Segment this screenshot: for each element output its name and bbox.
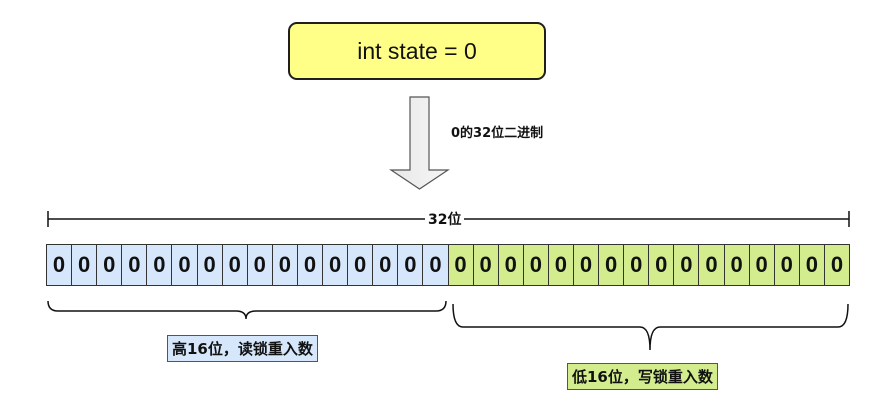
- down-arrow: [389, 96, 450, 190]
- bit-cell-low: 0: [748, 244, 775, 286]
- bit-cell-high: 0: [96, 244, 123, 286]
- bit-cell-high: 0: [146, 244, 173, 286]
- bit-cell-high: 0: [271, 244, 298, 286]
- bit-cell-high: 0: [322, 244, 349, 286]
- diagram-lines: [47, 96, 850, 351]
- bit-cell-high: 0: [347, 244, 374, 286]
- bit-cell-low: 0: [773, 244, 800, 286]
- bit-cell-low: 0: [723, 244, 750, 286]
- bit-cell-high: 0: [71, 244, 98, 286]
- bit-cell-high: 0: [296, 244, 324, 286]
- bit-cell-low: 0: [798, 244, 825, 286]
- high-brace: [47, 300, 447, 320]
- bit-cell-high: 0: [397, 244, 424, 286]
- bit-cell-low: 0: [598, 244, 625, 286]
- bit-cell-high: 0: [422, 244, 449, 286]
- bit-cell-high: 0: [196, 244, 223, 286]
- bit-cell-high: 0: [171, 244, 198, 286]
- bit-cell-high: 0: [221, 244, 248, 286]
- bit-cell-high: 0: [46, 244, 73, 286]
- high-bits-label: 高16位，读锁重入数: [167, 335, 318, 362]
- binary-annotation: 0的32位二进制: [451, 126, 544, 141]
- bit-cell-low: 0: [447, 244, 474, 286]
- bit-cell-low: 0: [648, 244, 675, 286]
- bit-cell-low: 0: [547, 244, 574, 286]
- bit-cell-low: 0: [472, 244, 499, 286]
- low-bits-label: 低16位，写锁重入数: [567, 363, 718, 390]
- bit-cell-low: 0: [572, 244, 600, 286]
- bit-cell-low: 0: [522, 244, 549, 286]
- bit-cell-low: 0: [823, 244, 850, 286]
- bit-row: 0 0 0 0 0 0 0 0 0 0 0 0 0 0 0 0 0 0 0 0 …: [46, 244, 850, 286]
- bit-cell-low: 0: [673, 244, 700, 286]
- low-brace: [452, 303, 849, 351]
- bit-cell-low: 0: [497, 244, 524, 286]
- bit-cell-high: 0: [121, 244, 148, 286]
- bit-cell-high: 0: [372, 244, 399, 286]
- bit-width-label: 32位: [425, 209, 465, 229]
- bit-cell-low: 0: [698, 244, 725, 286]
- bit-cell-high: 0: [246, 244, 273, 286]
- bit-cell-low: 0: [623, 244, 650, 286]
